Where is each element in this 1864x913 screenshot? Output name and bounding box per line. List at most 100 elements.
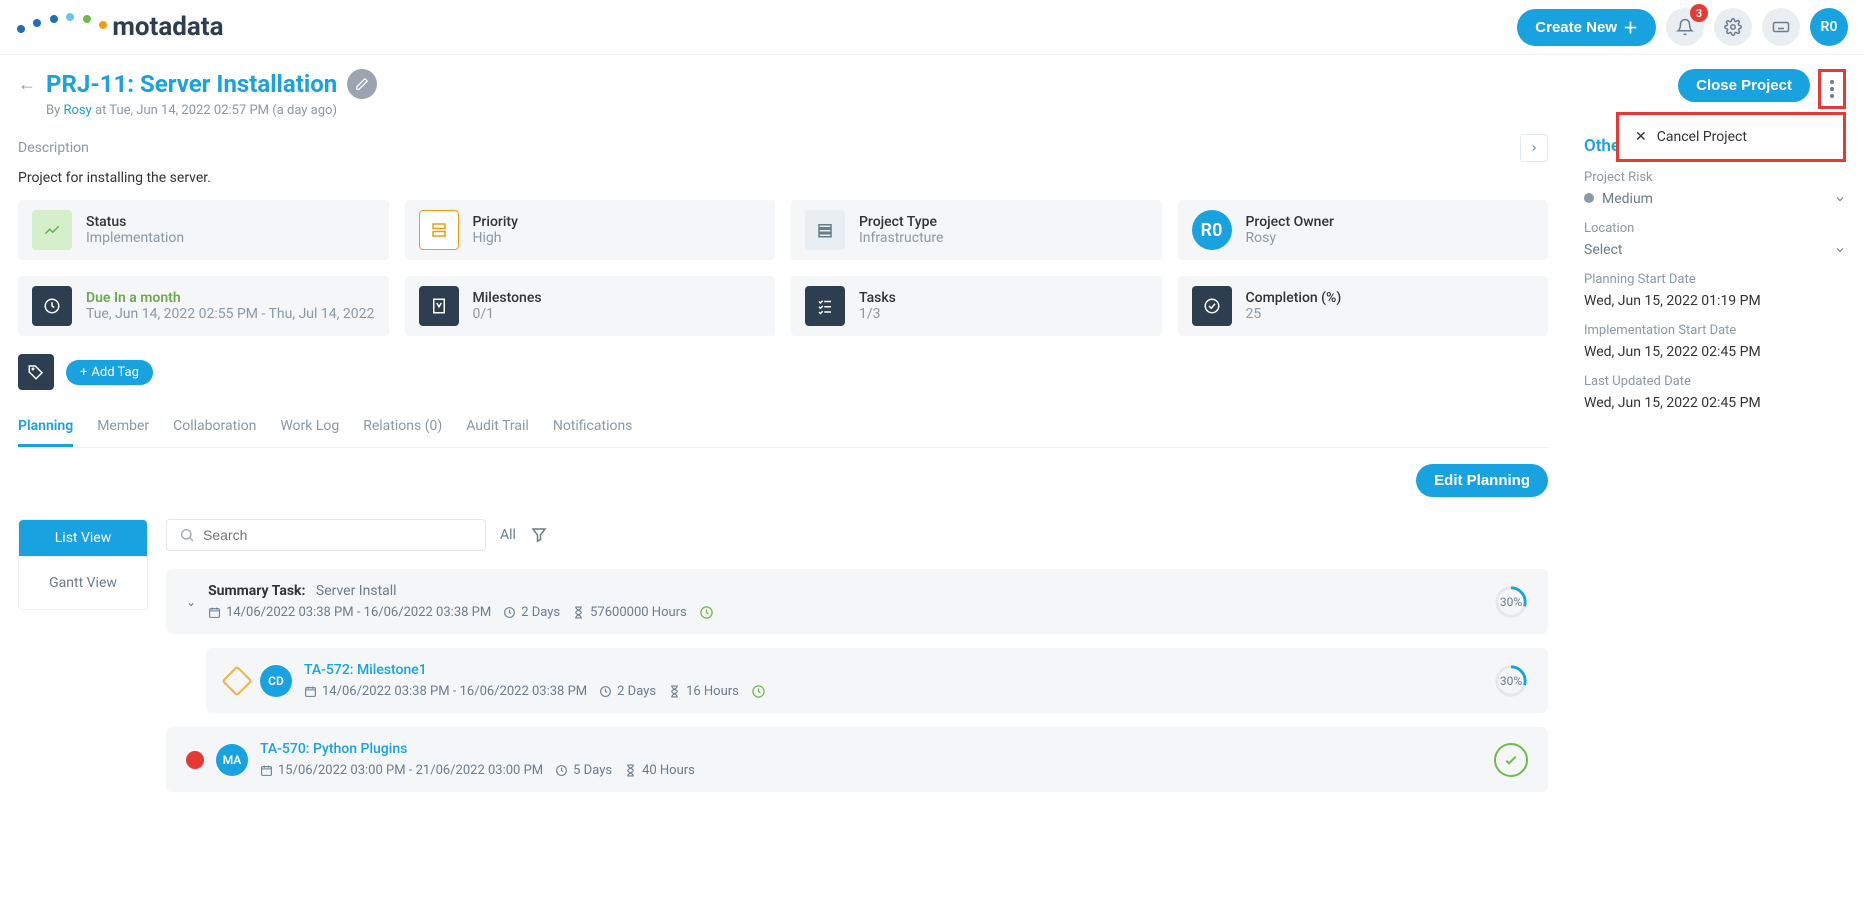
priority-card[interactable]: Priority High [405,200,776,260]
bell-icon [1676,18,1694,36]
implementation-start-value: Wed, Jun 15, 2022 02:45 PM [1584,344,1846,360]
clock-icon [555,764,568,777]
search-field[interactable] [166,519,486,551]
calendar-icon [260,764,273,777]
project-header: ← PRJ-11: Server Installation By Rosy at… [18,69,1846,118]
hourglass-icon [572,606,585,619]
tab-member[interactable]: Member [97,408,149,447]
cancel-project-item[interactable]: ✕ Cancel Project [1635,129,1827,145]
keyboard-button[interactable] [1762,8,1800,46]
list-view-option[interactable]: List View [19,520,147,556]
create-new-button[interactable]: Create New ＋ [1517,9,1656,46]
priority-icon [419,210,459,250]
user-avatar[interactable]: R0 [1810,8,1848,46]
milestones-card[interactable]: Milestones 0/1 [405,276,776,336]
clock-green-icon [699,605,714,620]
clock-icon [599,685,612,698]
filter-icon[interactable] [530,526,548,544]
plus-icon: + [80,365,87,380]
plus-icon: ＋ [1623,17,1638,38]
keyboard-icon [1772,18,1790,36]
other-info-panel: Other Info Project Risk Medium Location … [1566,122,1846,806]
chevron-right-icon [1529,143,1539,153]
progress-ring: 30% [1494,585,1528,619]
gantt-view-option[interactable]: Gantt View [19,556,147,609]
tasks-card[interactable]: Tasks 1/3 [791,276,1162,336]
calendar-icon [304,685,317,698]
more-actions-button[interactable] [1818,69,1846,109]
description-label: Description [18,140,89,156]
hourglass-icon [668,685,681,698]
byline-author[interactable]: Rosy [63,103,91,118]
gear-icon [1724,18,1742,36]
close-project-button[interactable]: Close Project [1678,69,1810,102]
view-switch: List View Gantt View [18,519,148,610]
close-icon: ✕ [1635,129,1647,145]
task-avatar: CD [260,665,292,697]
milestone-icon [419,286,459,326]
project-tabs: Planning Member Collaboration Work Log R… [18,408,1548,448]
project-risk-select[interactable]: Medium [1584,191,1846,207]
tab-audit[interactable]: Audit Trail [466,408,529,447]
project-type-card[interactable]: Project Type Infrastructure [791,200,1162,260]
add-tag-button[interactable]: + Add Tag [66,360,153,385]
edit-planning-button[interactable]: Edit Planning [1416,464,1548,497]
milestone-diamond-icon [221,665,252,696]
byline: By Rosy at Tue, Jun 14, 2022 02:57 PM (a… [46,103,377,118]
calendar-icon [208,606,221,619]
clock-icon [32,286,72,326]
pencil-icon [355,77,369,91]
search-icon [179,527,195,543]
checklist-icon [805,286,845,326]
task-link[interactable]: TA-570: Python Plugins [260,741,407,757]
more-actions-menu: ✕ Cancel Project [1616,112,1846,162]
check-circle-icon [1192,286,1232,326]
logo: motadata [16,12,224,42]
tab-relations[interactable]: Relations (0) [363,408,442,447]
task-avatar: MA [216,744,248,776]
cancel-project-label: Cancel Project [1657,129,1747,145]
check-icon [1503,752,1519,768]
task-link[interactable]: TA-572: Milestone1 [304,662,427,678]
edit-title-button[interactable] [347,69,377,99]
owner-avatar: R0 [1192,210,1232,250]
task-card[interactable]: MA TA-570: Python Plugins 15/06/2022 03:… [166,727,1548,792]
notification-button[interactable]: 3 [1666,8,1704,46]
priority-dot-icon [186,751,204,769]
collapse-toggle[interactable]: ⌄ [186,595,196,609]
location-select[interactable]: Select [1584,242,1846,258]
trend-icon [32,210,72,250]
tab-planning[interactable]: Planning [18,408,73,447]
summary-task-card[interactable]: ⌄ Summary Task: Server Install 14/06/202… [166,569,1548,634]
layers-icon [805,210,845,250]
description-text: Project for installing the server. [18,170,1548,186]
chevron-down-icon [1834,193,1846,205]
notification-count: 3 [1690,4,1708,22]
dots-vertical-icon [1830,80,1834,98]
tab-collaboration[interactable]: Collaboration [173,408,256,447]
clock-green-icon [751,684,766,699]
back-button[interactable]: ← [18,74,36,95]
hourglass-icon [624,764,637,777]
milestone-task-card[interactable]: CD TA-572: Milestone1 14/06/2022 03:38 P… [206,648,1548,713]
due-card[interactable]: Due In a month Tue, Jun 14, 2022 02:55 P… [18,276,389,336]
collapse-sidebar-button[interactable] [1520,134,1548,162]
settings-button[interactable] [1714,8,1752,46]
completion-card[interactable]: Completion (%) 25 [1178,276,1549,336]
progress-ring: 30% [1494,664,1528,698]
topbar: motadata Create New ＋ 3 R0 [0,0,1864,55]
tab-notifications[interactable]: Notifications [553,408,633,447]
chevron-down-icon [1834,244,1846,256]
search-input[interactable] [203,527,473,543]
status-card[interactable]: Status Implementation [18,200,389,260]
planning-start-value: Wed, Jun 15, 2022 01:19 PM [1584,293,1846,309]
project-owner-card[interactable]: R0 Project Owner Rosy [1178,200,1549,260]
top-actions: Create New ＋ 3 R0 [1517,8,1848,46]
complete-ring [1494,743,1528,777]
risk-dot-icon [1584,193,1594,203]
filter-all-label: All [500,527,516,543]
clock-icon [503,606,516,619]
last-updated-value: Wed, Jun 15, 2022 02:45 PM [1584,395,1846,411]
tab-worklog[interactable]: Work Log [280,408,339,447]
project-title: PRJ-11: Server Installation [46,70,337,98]
